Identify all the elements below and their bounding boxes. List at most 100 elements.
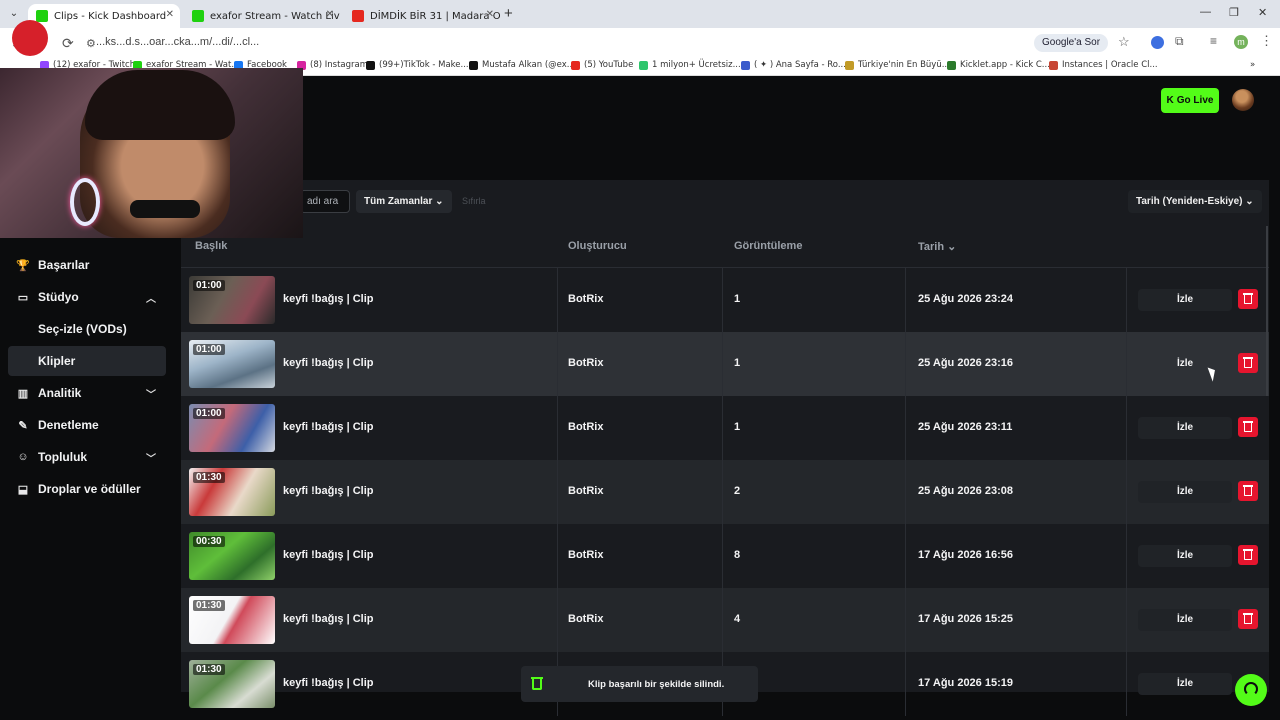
bookmark-item[interactable]: Kicklet.app - Kick C... <box>947 60 1050 70</box>
column-divider <box>905 588 906 652</box>
sidebar-item-topluluk[interactable]: ☺ Topluluk ﹀ <box>8 442 166 472</box>
sidebar-item-label: Denetleme <box>38 418 99 432</box>
tab-title: Clips - Kick Dashboard <box>54 10 167 22</box>
trash-icon-body <box>1244 358 1252 368</box>
sidebar-item-droplar-ve-d-ller[interactable]: ⬓ Droplar ve ödüller <box>8 474 166 504</box>
bookmark-item[interactable]: (8) Instagram <box>297 60 368 70</box>
table-row[interactable]: 00:30 keyfi !bağış | Clip BotRix 8 17 Ağu 20… <box>181 524 1269 588</box>
sidebar-item-klipler[interactable]: Klipler <box>8 346 166 376</box>
tab-youtube[interactable]: DİMDİK BİR 31 | Madara Olduk ✕ <box>344 4 500 28</box>
column-divider <box>905 332 906 396</box>
tab-title: DİMDİK BİR 31 | Madara Olduk <box>370 10 500 22</box>
column-divider <box>1126 524 1127 588</box>
bookmark-item[interactable]: (99+)TikTok - Make... <box>366 60 469 70</box>
column-date[interactable]: Tarih ⌄ <box>918 240 956 253</box>
column-creator[interactable]: Oluşturucu <box>568 240 627 252</box>
bookmark-item[interactable]: Türkiye'nin En Büyü... <box>845 60 950 70</box>
extension-icon[interactable] <box>1151 36 1164 49</box>
column-divider <box>1126 460 1127 524</box>
sidebar-item-denetleme[interactable]: ✎ Denetleme <box>8 410 166 440</box>
avatar[interactable] <box>1232 89 1254 111</box>
delete-clip-button[interactable] <box>1238 353 1258 373</box>
chevron-down-icon: ⌄ <box>1245 196 1254 207</box>
table-row[interactable]: 01:30 keyfi !bağış | Clip BotRix 4 17 Ağu 20… <box>181 588 1269 652</box>
sidebar-item-st-dyo[interactable]: ▭ Stüdyo ︿ <box>8 282 166 312</box>
menu-icon[interactable]: ⋮ <box>1260 33 1273 49</box>
sidebar-item-label: Seç-izle (VODs) <box>38 322 127 336</box>
close-icon[interactable]: ✕ <box>166 9 174 20</box>
bookmark-item[interactable]: 1 milyon+ Ücretsiz... <box>639 60 741 70</box>
star-icon[interactable]: ☆ <box>1118 34 1130 50</box>
sidebar-item-label: Stüdyo <box>38 290 79 304</box>
column-views[interactable]: Görüntüleme <box>734 240 802 252</box>
watch-button[interactable]: İzle <box>1138 481 1232 503</box>
bookmark-item[interactable]: (5) YouTube <box>571 60 633 70</box>
delete-clip-button[interactable] <box>1238 545 1258 565</box>
table-row[interactable]: 01:30 keyfi !bağış | Clip BotRix 2 25 Ağu 20… <box>181 460 1269 524</box>
column-title[interactable]: Başlık <box>195 240 227 252</box>
delete-clip-button[interactable] <box>1238 609 1258 629</box>
search-input[interactable]: adı ara <box>300 190 350 213</box>
bookmark-label: (99+)TikTok - Make... <box>379 60 469 70</box>
sidebar-item-ba-ar-lar[interactable]: 🏆 Başarılar <box>8 250 166 280</box>
support-chat-button[interactable] <box>1235 674 1267 706</box>
table-row[interactable]: 01:00 keyfi !bağış | Clip BotRix 1 25 Ağu 20… <box>181 396 1269 460</box>
delete-clip-button[interactable] <box>1238 417 1258 437</box>
more-bookmarks-icon[interactable]: » <box>1250 60 1255 70</box>
close-icon[interactable]: ✕ <box>326 9 334 20</box>
clip-creator: BotRix <box>568 485 604 497</box>
drops-icon: ⬓ <box>17 483 29 496</box>
bookmark-item[interactable]: Instances | Oracle Cl... <box>1049 60 1158 70</box>
clip-duration: 01:00 <box>193 344 225 355</box>
clip-creator: BotRix <box>568 421 604 433</box>
sidebar-item-analitik[interactable]: ▥ Analitik ﹀ <box>8 378 166 408</box>
toast-message: Klip başarılı bir şekilde silindi. <box>588 679 725 690</box>
new-tab-button[interactable]: + <box>504 5 513 22</box>
reset-button[interactable]: Sıfırla <box>462 196 486 206</box>
tab-clips[interactable]: Clips - Kick Dashboard ✕ <box>28 4 180 28</box>
restore-icon[interactable]: ❐ <box>1229 6 1239 19</box>
media-icon[interactable]: ≡ <box>1210 34 1217 48</box>
watch-button[interactable]: İzle <box>1138 545 1232 567</box>
tab-exafor-stream[interactable]: exafor Stream - Watch Live on K ✕ <box>184 4 340 28</box>
sort-dropdown[interactable]: Tarih (Yeniden-Eskiye) ⌄ <box>1128 190 1262 213</box>
clip-views: 1 <box>734 421 741 433</box>
delete-clip-button[interactable] <box>1238 289 1258 309</box>
time-filter-label: Tüm Zamanlar <box>364 196 433 207</box>
column-divider <box>722 588 723 652</box>
wrench-icon: ✎ <box>18 419 28 432</box>
bookmark-item[interactable]: Mustafa Alkan (@ex... <box>469 60 575 70</box>
time-filter-dropdown[interactable]: Tüm Zamanlar ⌄ <box>356 190 452 213</box>
scrollbar[interactable] <box>1266 226 1268 396</box>
site-info-icon[interactable]: ⚙ <box>86 37 96 50</box>
sidebar-item-se-izle-vods-[interactable]: Seç-izle (VODs) <box>8 314 166 344</box>
google-sor-button[interactable]: Google'a Sor <box>1034 34 1109 52</box>
bookmark-label: (5) YouTube <box>584 60 634 70</box>
watch-button[interactable]: İzle <box>1138 289 1232 311</box>
watch-button[interactable]: İzle <box>1138 609 1232 631</box>
clip-views: 4 <box>734 613 741 625</box>
column-divider <box>557 268 558 332</box>
reload-icon[interactable]: ⟳ <box>62 35 74 52</box>
extensions-puzzle-icon[interactable]: ⧉ <box>1175 34 1184 49</box>
minimize-icon[interactable]: — <box>1200 6 1211 18</box>
delete-clip-button[interactable] <box>1238 481 1258 501</box>
table-row[interactable]: 01:00 keyfi !bağış | Clip BotRix 1 25 Ağu 20… <box>181 332 1269 396</box>
tab-search-chevron-icon[interactable]: ⌄ <box>6 6 22 22</box>
window-close-icon[interactable]: ✕ <box>1258 6 1267 19</box>
table-row[interactable]: 01:00 keyfi !bağış | Clip BotRix 1 25 Ağu 20… <box>181 268 1269 332</box>
close-icon[interactable]: ✕ <box>486 9 494 20</box>
url-field[interactable]: ...ks...d.s...oar...cka...m/...di/...cl.… <box>96 36 259 48</box>
clip-title: keyfi !bağış | Clip <box>283 293 374 305</box>
go-live-button[interactable]: K Go Live <box>1161 88 1219 113</box>
column-divider <box>905 524 906 588</box>
bookmark-item[interactable]: ( ✦ ) Ana Sayfa - Ro... <box>741 60 846 70</box>
watch-button[interactable]: İzle <box>1138 417 1232 439</box>
watch-button[interactable]: İzle <box>1138 353 1232 375</box>
clip-date: 25 Ağu 2026 23:11 <box>918 421 1013 433</box>
watch-button[interactable]: İzle <box>1138 673 1232 695</box>
profile-avatar[interactable]: m <box>1234 35 1248 49</box>
trash-icon-body <box>1244 614 1252 624</box>
tab-title: exafor Stream - Watch Live on K <box>210 10 340 22</box>
trash-icon-body <box>1244 550 1252 560</box>
